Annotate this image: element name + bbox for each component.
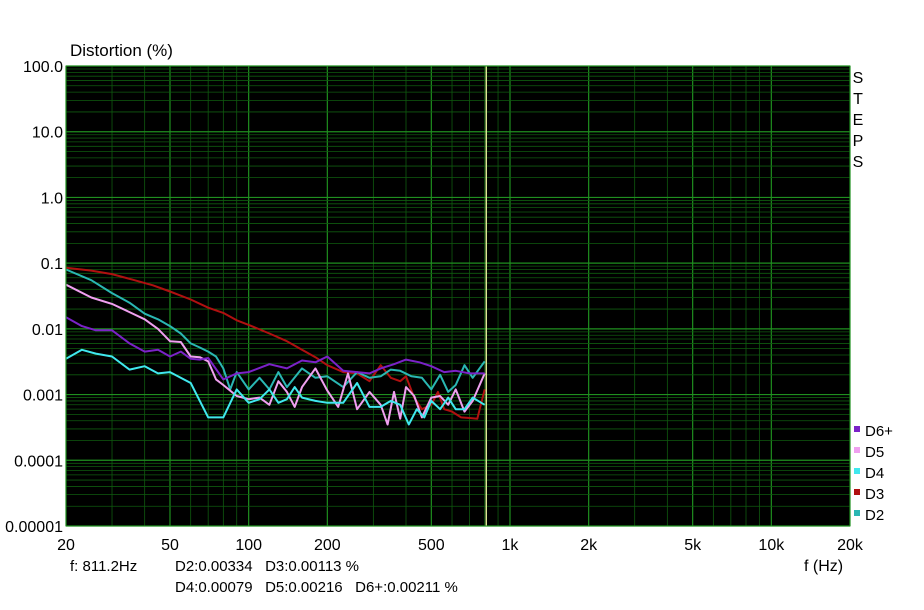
y-tick-label: 1.0 — [41, 190, 63, 207]
x-axis-ticks: 20 50 100 200 500 1k 2k 5k 10k 20k — [57, 537, 864, 554]
legend-swatch — [854, 447, 860, 453]
y-tick-label: 0.00001 — [5, 519, 63, 536]
legend-swatch — [854, 468, 860, 474]
legend-label: D6+ — [865, 423, 893, 440]
distortion-chart: Distortion (%) 100.0 10.0 1.0 0.1 0.01 0.001 0… — [5, 41, 893, 596]
y-tick-label: 0.0001 — [14, 453, 63, 470]
steps-letter: P — [853, 133, 864, 150]
x-tick-label: 2k — [580, 537, 598, 554]
x-tick-label: 10k — [758, 537, 785, 554]
legend-label: D3 — [865, 486, 884, 503]
steps-letter: E — [853, 112, 864, 129]
x-tick-label: 200 — [314, 537, 341, 554]
legend-label: D2 — [865, 507, 884, 524]
y-tick-label: 0.01 — [32, 322, 63, 339]
legend: D6+ D5 D4 D3 D2 — [854, 423, 893, 524]
legend-label: D5 — [865, 444, 884, 461]
steps-letter: S — [853, 70, 864, 87]
x-tick-label: 100 — [235, 537, 262, 554]
steps-letter: S — [853, 154, 864, 171]
legend-swatch — [854, 426, 860, 432]
x-tick-label: 50 — [161, 537, 179, 554]
y-tick-label: 100.0 — [23, 59, 63, 76]
legend-label: D4 — [865, 465, 884, 482]
y-axis-ticks: 100.0 10.0 1.0 0.1 0.01 0.001 0.0001 0.00001 — [5, 59, 63, 536]
steps-side-label[interactable]: STEPS — [853, 70, 864, 171]
y-tick-label: 0.001 — [23, 388, 63, 405]
x-tick-label: 20 — [57, 537, 75, 554]
x-tick-label: 500 — [418, 537, 445, 554]
y-tick-label: 0.1 — [41, 256, 63, 273]
x-tick-label: 5k — [684, 537, 702, 554]
distortion-readout-line2: D4:0.00079 D5:0.00216 D6+:0.00211 % — [175, 579, 458, 596]
steps-letter: T — [853, 91, 863, 108]
x-tick-label: 20k — [837, 537, 864, 554]
y-tick-label: 10.0 — [32, 125, 63, 142]
legend-swatch — [854, 489, 860, 495]
distortion-readout-line1: D2:0.00334 D3:0.00113 % — [175, 558, 359, 575]
x-tick-label: 1k — [502, 537, 520, 554]
legend-swatch — [854, 510, 860, 516]
frequency-readout: f: 811.2Hz — [70, 558, 137, 575]
x-axis-label: f (Hz) — [804, 558, 843, 575]
chart-title: Distortion (%) — [70, 41, 173, 60]
